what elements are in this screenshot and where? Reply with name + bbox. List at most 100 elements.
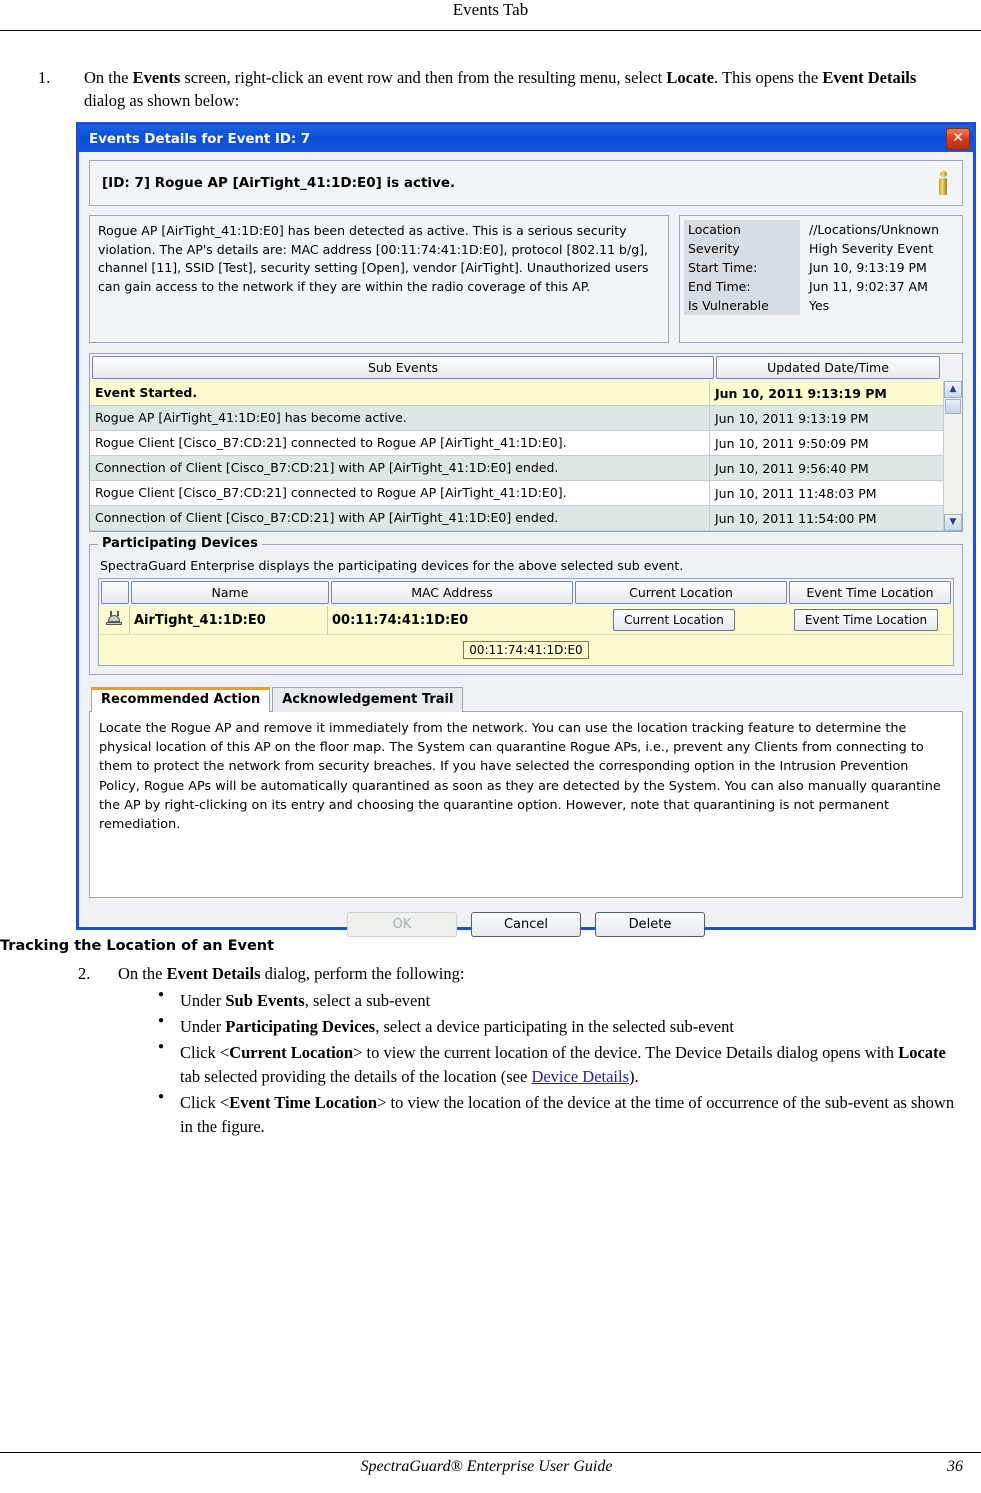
page-number: 36 (947, 1458, 963, 1475)
column-header-icon[interactable] (101, 581, 129, 604)
sub-event-text: Event Started. (90, 381, 710, 405)
dialog-body: [ID: 7] Rogue AP [AirTight_41:1D:E0] is … (79, 152, 973, 937)
property-value: //Locations/Unknown (800, 220, 958, 239)
column-header-current-location[interactable]: Current Location (575, 581, 787, 604)
table-row[interactable]: Rogue Client [Cisco_B7:CD:21] connected … (90, 431, 943, 456)
bullet-1-p1: Under (180, 990, 226, 1010)
device-mac-address: 00:11:74:41:1D:E0 (327, 606, 567, 634)
sub-event-text: Connection of Client [Cisco_B7:CD:21] wi… (90, 506, 710, 530)
table-row[interactable]: AirTight_41:1D:E0 00:11:74:41:1D:E0 Curr… (99, 606, 953, 634)
column-header-mac-address[interactable]: MAC Address (331, 581, 573, 604)
step-1-bold-event-details: Event Details (822, 68, 917, 87)
bullet-4-p1: Click < (180, 1092, 230, 1112)
step-2-body: On the Event Details dialog, perform the… (118, 962, 959, 1138)
bullet-4-b1: Event Time Location (229, 1092, 378, 1112)
sub-event-text: Rogue Client [Cisco_B7:CD:21] connected … (90, 431, 710, 455)
footer-title: SpectraGuard® Enterprise User Guide (360, 1458, 613, 1475)
step-1-number: 1. (38, 68, 51, 87)
participating-devices-legend: Participating Devices (98, 536, 262, 551)
bullet-3-b1: Current Location (229, 1042, 354, 1062)
scroll-up-icon[interactable]: ▲ (944, 381, 962, 398)
tab-recommended-action[interactable]: Recommended Action (91, 687, 271, 712)
property-key: Start Time: (684, 258, 800, 277)
column-header-name[interactable]: Name (131, 581, 329, 604)
property-row: End Time: Jun 11, 9:02:37 AM (684, 277, 958, 296)
bullet-1-b1: Sub Events (225, 990, 305, 1010)
access-point-icon (105, 611, 123, 627)
step-2-lead: On the Event Details dialog, perform the… (118, 962, 959, 986)
cancel-button[interactable]: Cancel (471, 912, 581, 937)
property-row: Start Time: Jun 10, 9:13:19 PM (684, 258, 958, 277)
sub-events-rows: Event Started. Jun 10, 2011 9:13:19 PM R… (90, 381, 943, 531)
device-details-link[interactable]: Device Details (531, 1067, 629, 1086)
bullet-2-p1: Under (180, 1016, 226, 1036)
scroll-down-icon[interactable]: ▼ (944, 514, 962, 531)
section-heading: Tracking the Location of an Event (0, 938, 275, 954)
event-description: Rogue AP [AirTight_41:1D:E0] has been de… (89, 215, 669, 343)
bullet-1-p2: , select a sub-event (304, 990, 431, 1010)
dialog-title: Events Details for Event ID: 7 (89, 130, 311, 147)
bullet-3-b2: Locate (898, 1042, 946, 1062)
info-icon (936, 171, 950, 195)
step-1: 1. On the Events screen, right-click an … (38, 66, 961, 113)
step-2-bullet-list: Under Sub Events, select a sub-event Und… (118, 988, 959, 1139)
delete-button[interactable]: Delete (595, 912, 705, 937)
property-key: End Time: (684, 277, 800, 296)
page-footer: SpectraGuard® Enterprise User Guide 36 (0, 1458, 981, 1476)
sub-event-time: Jun 10, 2011 11:48:03 PM (715, 485, 877, 501)
step-2-lead-part2: dialog, perform the following: (260, 964, 465, 983)
column-header-sub-events[interactable]: Sub Events (92, 356, 714, 379)
step-1-part3: . This opens the (714, 68, 823, 87)
step-2: 2. On the Event Details dialog, perform … (78, 962, 959, 1140)
participating-devices-group: Participating Devices SpectraGuard Enter… (89, 536, 963, 675)
bullet-3-p1: Click < (180, 1042, 230, 1062)
running-header-text: Events Tab (452, 0, 529, 19)
event-time-location-button[interactable]: Event Time Location (793, 609, 939, 631)
property-value: Yes (800, 296, 958, 315)
header-rule (0, 30, 981, 31)
property-row: Severity High Severity Event (684, 239, 958, 258)
property-value: Jun 11, 9:02:37 AM (800, 277, 958, 296)
step-2-number: 2. (78, 964, 91, 983)
sub-event-text: Rogue AP [AirTight_41:1D:E0] has become … (90, 406, 710, 430)
property-key: Is Vulnerable (684, 296, 800, 315)
participating-devices-table: Name MAC Address Current Location Event … (98, 578, 954, 666)
sub-events-scrollbar[interactable]: ▲ ▼ (943, 381, 962, 531)
property-value: Jun 10, 9:13:19 PM (800, 258, 958, 277)
event-properties-table: Location //Locations/Unknown Severity Hi… (684, 220, 958, 315)
table-row[interactable]: Event Started. Jun 10, 2011 9:13:19 PM (90, 381, 943, 406)
step-2-lead-part1: On the (118, 964, 167, 983)
table-row[interactable]: Rogue AP [AirTight_41:1D:E0] has become … (90, 406, 943, 431)
property-value: High Severity Event (800, 239, 958, 258)
participating-devices-header: Name MAC Address Current Location Event … (99, 579, 953, 606)
column-header-event-time-location[interactable]: Event Time Location (789, 581, 951, 604)
sub-events-table: Sub Events Updated Date/Time Event Start… (89, 353, 963, 532)
step-1-bold-locate: Locate (666, 68, 715, 87)
bullet-2-p2: , select a device participating in the s… (375, 1016, 734, 1036)
device-cell-current-location: Current Location (569, 606, 779, 634)
sub-event-text: Rogue Client [Cisco_B7:CD:21] connected … (90, 481, 710, 505)
table-row[interactable]: Connection of Client [Cisco_B7:CD:21] wi… (90, 456, 943, 481)
property-row: Is Vulnerable Yes (684, 296, 958, 315)
sub-event-time: Jun 10, 2011 11:54:00 PM (715, 510, 877, 526)
device-name: AirTight_41:1D:E0 (129, 606, 325, 634)
sub-event-time: Jun 10, 2011 9:56:40 PM (715, 460, 869, 476)
table-row[interactable]: Rogue Client [Cisco_B7:CD:21] connected … (90, 481, 943, 506)
tab-acknowledgement-trail[interactable]: Acknowledgement Trail (272, 687, 464, 712)
sub-event-time: Jun 10, 2011 9:13:19 PM (715, 385, 887, 401)
step-1-bold-events: Events (132, 68, 181, 87)
list-item: Under Sub Events, select a sub-event (152, 988, 959, 1013)
current-location-button[interactable]: Current Location (613, 609, 735, 631)
bullet-3-p2: > to view the current location of the de… (353, 1042, 899, 1062)
event-headline-box: [ID: 7] Rogue AP [AirTight_41:1D:E0] is … (89, 160, 963, 206)
close-icon[interactable]: ✕ (946, 127, 970, 150)
table-row[interactable]: Connection of Client [Cisco_B7:CD:21] wi… (90, 506, 943, 531)
event-headline: [ID: 7] Rogue AP [AirTight_41:1D:E0] is … (102, 175, 456, 191)
ok-button[interactable]: OK (347, 912, 457, 937)
bullet-3-p3: tab selected providing the details of th… (180, 1066, 532, 1086)
scrollbar-thumb[interactable] (945, 399, 961, 414)
footer-rule (0, 1452, 981, 1453)
column-header-updated-datetime[interactable]: Updated Date/Time (716, 356, 940, 379)
dialog-button-row: OK Cancel Delete (89, 912, 963, 937)
sub-events-rows-wrap: Event Started. Jun 10, 2011 9:13:19 PM R… (90, 381, 962, 531)
